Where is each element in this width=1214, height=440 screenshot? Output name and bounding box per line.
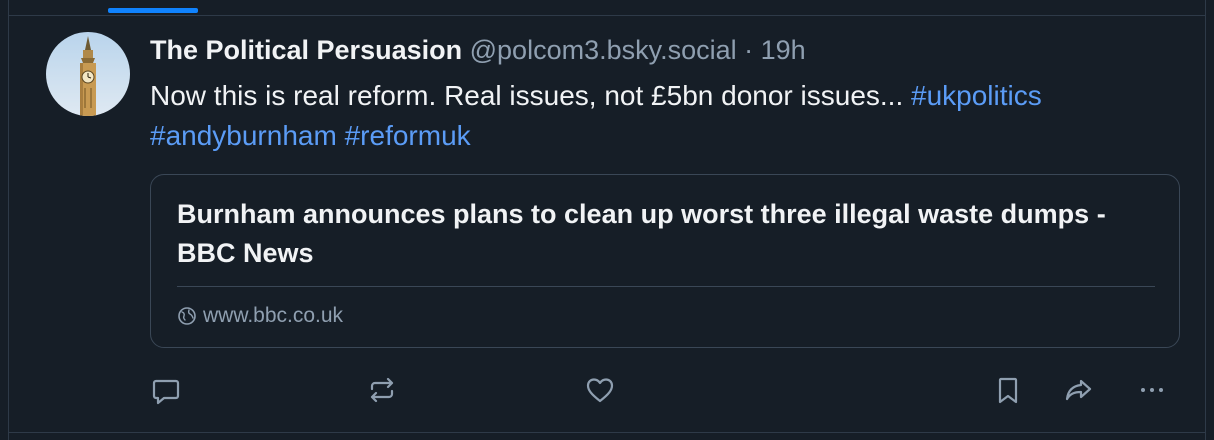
globe-icon — [178, 307, 196, 325]
hashtag-ukpolitics[interactable]: #ukpolitics — [911, 80, 1042, 111]
share-button[interactable] — [1058, 370, 1098, 410]
share-icon — [1065, 379, 1092, 401]
post-body: Now this is real reform. Real issues, no… — [150, 80, 912, 111]
link-card[interactable]: Burnham announces plans to clean up wors… — [150, 174, 1180, 348]
like-button[interactable] — [580, 370, 620, 410]
top-divider — [8, 15, 1206, 16]
active-tab-indicator — [108, 8, 198, 13]
link-card-domain-row: www.bbc.co.uk — [177, 301, 343, 331]
post-timestamp[interactable]: 19h — [761, 35, 806, 65]
repost-button[interactable] — [362, 370, 402, 410]
link-card-divider — [177, 286, 1155, 287]
reply-button[interactable] — [146, 370, 186, 410]
hashtag-reformuk[interactable]: #reformuk — [345, 120, 471, 151]
link-card-title: Burnham announces plans to clean up wors… — [177, 199, 1106, 268]
big-ben-avatar-icon — [46, 32, 130, 116]
avatar[interactable] — [46, 32, 130, 116]
post-header: The Political Persuasion @polcom3.bsky.s… — [150, 32, 806, 68]
post-text: Now this is real reform. Real issues, no… — [150, 76, 1190, 156]
bottom-divider — [8, 432, 1206, 433]
reply-icon — [152, 379, 180, 405]
author-name[interactable]: The Political Persuasion — [150, 35, 462, 65]
post-actions — [0, 370, 1214, 410]
author-handle[interactable]: @polcom3.bsky.social — [470, 35, 737, 65]
bookmark-icon — [998, 377, 1018, 404]
meta-separator: · — [736, 35, 761, 65]
repost-icon — [370, 377, 394, 403]
more-options-button[interactable] — [1132, 370, 1172, 410]
link-card-domain: www.bbc.co.uk — [203, 304, 344, 327]
more-icon — [1141, 388, 1163, 392]
hashtag-andyburnham[interactable]: #andyburnham — [150, 120, 337, 151]
bookmark-button[interactable] — [988, 370, 1028, 410]
like-icon — [586, 378, 614, 403]
